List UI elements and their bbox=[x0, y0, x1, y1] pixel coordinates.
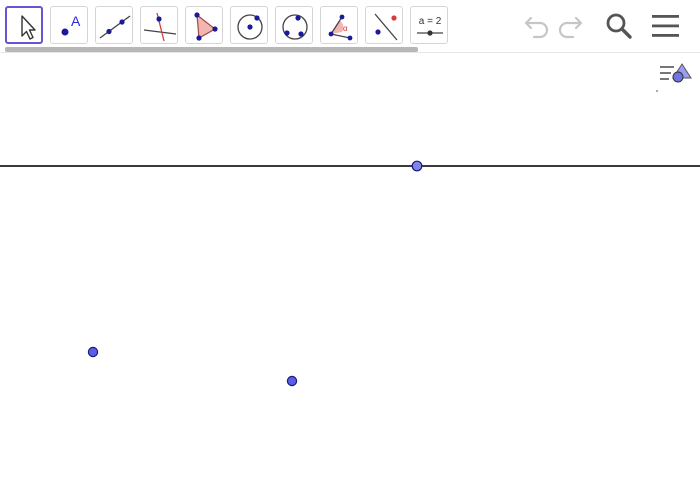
circle-three-points-icon bbox=[282, 14, 308, 40]
free-point-left[interactable] bbox=[87, 346, 99, 358]
toolbar-scrollbar[interactable] bbox=[5, 47, 418, 52]
polygon-tool-button[interactable] bbox=[185, 6, 223, 44]
search-button[interactable] bbox=[600, 8, 636, 44]
toolbar: A α a = 2 bbox=[0, 0, 700, 53]
reflect-icon bbox=[374, 13, 398, 41]
geogebra-app: A α a = 2 bbox=[0, 0, 700, 500]
perpendicular-line-tool-button[interactable] bbox=[140, 6, 178, 44]
line-icon bbox=[99, 15, 131, 39]
graphics-view[interactable] bbox=[0, 53, 700, 500]
free-point-right[interactable] bbox=[286, 375, 298, 387]
slider-tool-button[interactable]: a = 2 bbox=[410, 6, 448, 44]
angle-tool-button[interactable]: α bbox=[320, 6, 358, 44]
graphics-canvas[interactable] bbox=[0, 53, 700, 500]
point-tool-label: A bbox=[71, 13, 81, 29]
angle-icon: α bbox=[328, 14, 353, 41]
point-on-line[interactable] bbox=[411, 160, 423, 172]
search-icon bbox=[606, 13, 632, 39]
circle-center-icon bbox=[237, 14, 263, 40]
undo-icon bbox=[524, 16, 549, 39]
redo-icon bbox=[558, 16, 583, 39]
slider-tool-label: a = 2 bbox=[419, 16, 442, 27]
style-bar-toggle[interactable] bbox=[656, 60, 696, 94]
main-menu-button[interactable] bbox=[648, 8, 684, 44]
menu-icon bbox=[652, 15, 679, 37]
angle-tool-label: α bbox=[343, 24, 348, 33]
redo-button[interactable] bbox=[554, 8, 590, 44]
cursor-arrow-icon bbox=[21, 15, 36, 40]
perpendicular-line-icon bbox=[143, 12, 177, 42]
move-tool-button[interactable] bbox=[5, 6, 43, 44]
point-icon: A bbox=[61, 13, 81, 36]
reflect-tool-button[interactable] bbox=[365, 6, 403, 44]
undo-button[interactable] bbox=[517, 8, 553, 44]
style-bar-icon bbox=[656, 63, 692, 92]
line-tool-button[interactable] bbox=[95, 6, 133, 44]
point-tool-button[interactable]: A bbox=[50, 6, 88, 44]
slider-icon: a = 2 bbox=[417, 16, 443, 36]
circle-center-tool-button[interactable] bbox=[230, 6, 268, 44]
polygon-icon bbox=[194, 12, 218, 41]
circle-three-points-tool-button[interactable] bbox=[275, 6, 313, 44]
